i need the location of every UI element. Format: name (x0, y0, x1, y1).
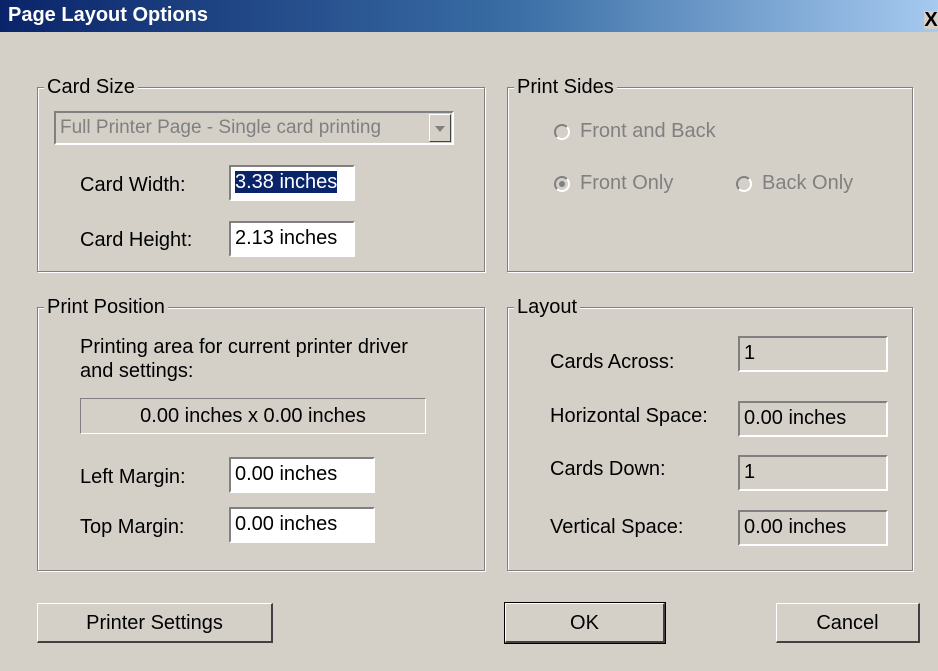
printing-area-description-2: and settings: (80, 360, 194, 382)
ok-button[interactable]: OK (504, 602, 666, 644)
window-title: Page Layout Options (8, 4, 209, 26)
cards-across-label: Cards Across: (550, 351, 675, 373)
layout-legend: Layout (514, 296, 581, 319)
card-width-input[interactable]: 3.38 inches (229, 165, 355, 201)
left-margin-input[interactable]: 0.00 inches (229, 457, 375, 493)
radio-circle-icon (736, 175, 752, 192)
print-sides-legend: Print Sides (514, 76, 617, 99)
title-bar: Page Layout Options X (0, 0, 938, 32)
radio-back-only-label: Back Only (762, 172, 854, 194)
cards-across-input[interactable]: 1 (738, 336, 888, 372)
left-margin-label: Left Margin: (80, 466, 186, 488)
radio-front-and-back-label: Front and Back (580, 120, 716, 142)
card-size-dropdown-value: Full Printer Page - Single card printing (60, 117, 382, 138)
card-width-value: 3.38 inches (235, 171, 338, 193)
cards-down-input[interactable]: 1 (738, 455, 888, 491)
printing-area-description: Printing area for current printer driver (80, 336, 408, 358)
radio-front-only-label: Front Only (580, 172, 674, 194)
cancel-button[interactable]: Cancel (776, 603, 920, 643)
card-size-legend: Card Size (44, 76, 138, 99)
chevron-down-icon[interactable] (429, 114, 451, 142)
radio-front-and-back[interactable]: Front and Back (554, 120, 716, 143)
card-height-input[interactable]: 2.13 inches (229, 221, 355, 257)
card-width-label: Card Width: (80, 174, 186, 196)
horizontal-space-label: Horizontal Space: (550, 405, 708, 427)
printing-area-value: 0.00 inches x 0.00 inches (80, 398, 426, 434)
cards-down-label: Cards Down: (550, 458, 666, 480)
radio-front-only[interactable]: Front Only (554, 172, 673, 195)
horizontal-space-input[interactable]: 0.00 inches (738, 401, 888, 437)
card-size-dropdown[interactable]: Full Printer Page - Single card printing (54, 111, 454, 145)
radio-circle-icon (554, 123, 570, 140)
print-position-legend: Print Position (44, 296, 168, 319)
close-icon[interactable]: X (924, 10, 938, 30)
card-height-label: Card Height: (80, 229, 193, 251)
top-margin-input[interactable]: 0.00 inches (229, 507, 375, 543)
vertical-space-input[interactable]: 0.00 inches (738, 510, 888, 546)
top-margin-label: Top Margin: (80, 516, 185, 538)
vertical-space-label: Vertical Space: (550, 516, 684, 538)
radio-back-only[interactable]: Back Only (736, 172, 853, 195)
radio-circle-selected-icon (554, 175, 570, 192)
printer-settings-button[interactable]: Printer Settings (37, 603, 273, 643)
